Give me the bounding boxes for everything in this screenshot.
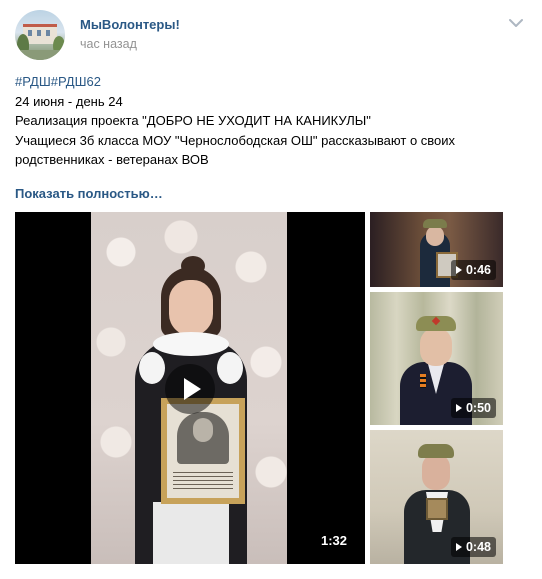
video-thumbnail[interactable]: 0:50	[370, 292, 503, 425]
play-icon[interactable]	[165, 364, 215, 414]
video-thumbnail[interactable]: 0:48	[370, 430, 503, 564]
chevron-down-icon[interactable]	[509, 18, 523, 28]
play-icon	[455, 266, 462, 274]
video-duration: 0:46	[450, 260, 496, 280]
post-hashtags[interactable]: #РДШ#РДШ62	[15, 72, 515, 92]
post-text: #РДШ#РДШ62 24 июня - день 24 Реализация …	[15, 72, 515, 170]
video-duration: 1:32	[320, 533, 347, 548]
video-duration: 0:48	[450, 537, 496, 557]
main-video[interactable]: 1:32	[15, 212, 365, 564]
post-header: МыВолонтеры! час назад	[15, 10, 527, 60]
post-line: 24 июня - день 24	[15, 93, 123, 109]
post-line: Реализация проекта "ДОБРО НЕ УХОДИТ НА К…	[15, 113, 371, 128]
post-timestamp[interactable]: час назад	[80, 37, 137, 51]
video-duration: 0:50	[450, 398, 496, 418]
show-more-link[interactable]: Показать полностью…	[15, 186, 163, 201]
group-name-link[interactable]: МыВолонтеры!	[80, 17, 180, 32]
post-line: родственниках - ветеранах ВОВ	[15, 152, 209, 167]
video-thumbnail[interactable]: 0:46	[370, 212, 503, 287]
play-icon	[455, 404, 462, 412]
portrait-frame	[161, 398, 245, 504]
play-icon	[455, 543, 462, 551]
group-avatar[interactable]	[15, 10, 65, 60]
post-line: Учащиеся 3б класса МОУ "Чернослободская …	[15, 132, 456, 148]
